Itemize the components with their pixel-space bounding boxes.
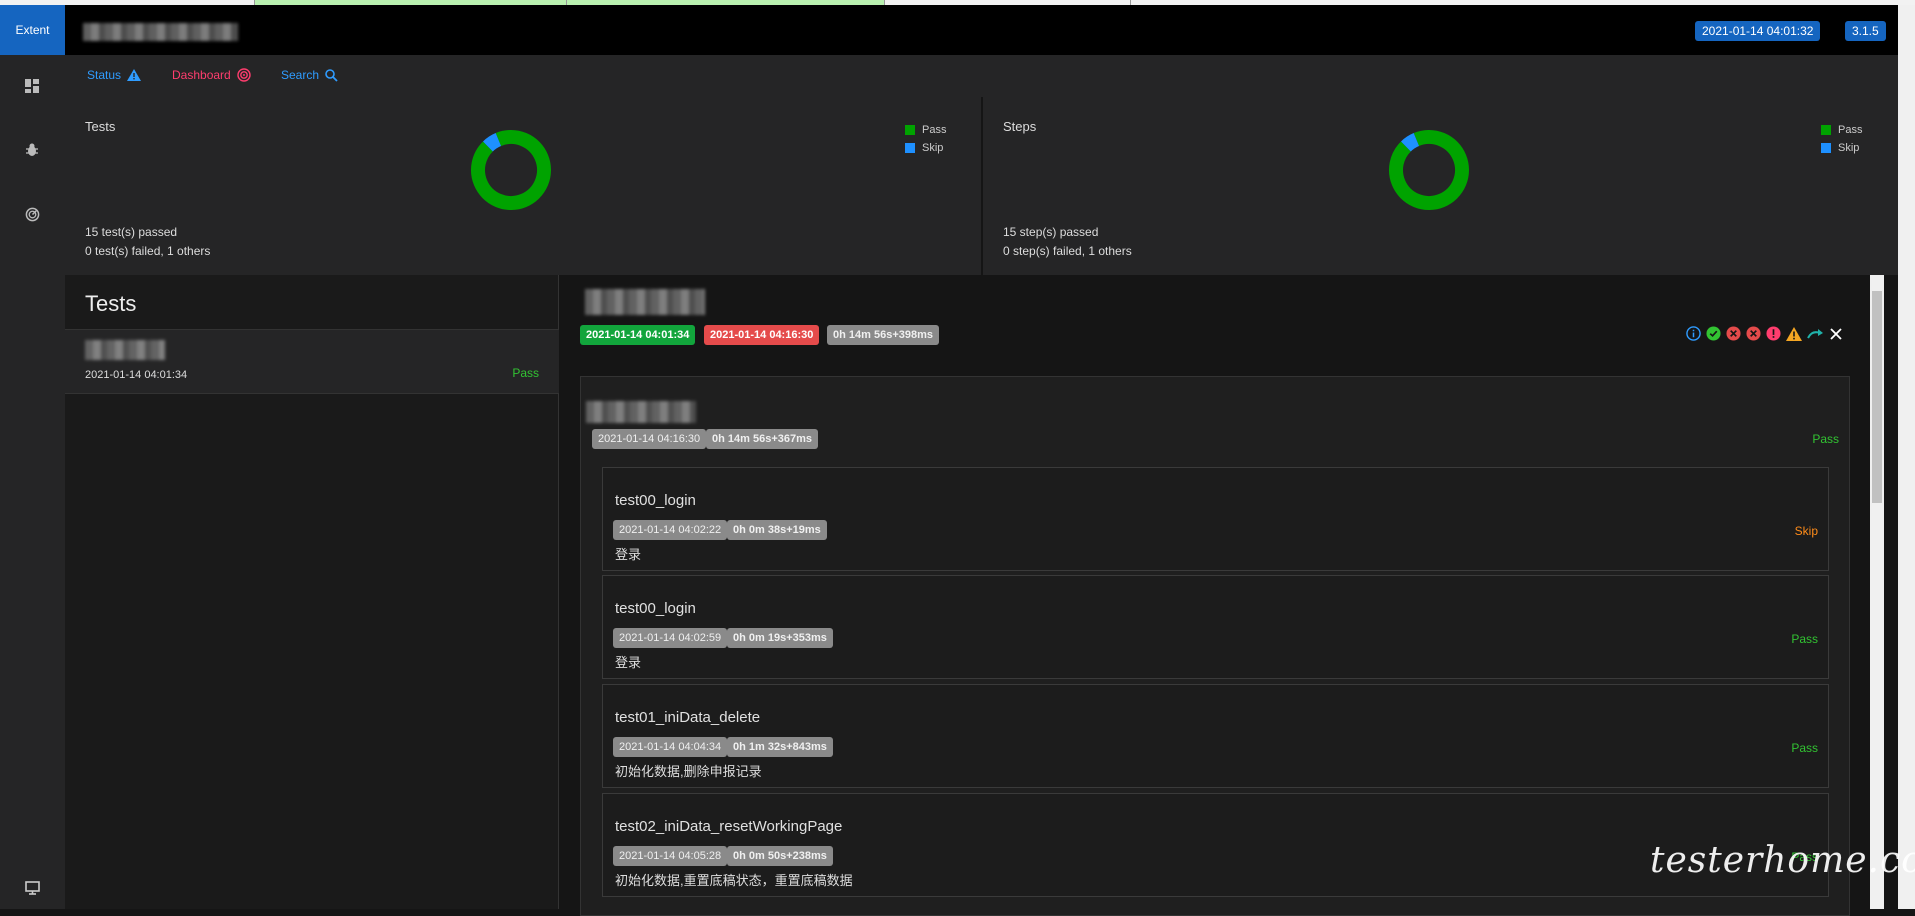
legend-swatch-pass bbox=[1821, 125, 1831, 135]
steps-panel-title: Steps bbox=[1003, 119, 1037, 134]
node-name: test01_iniData_delete bbox=[615, 709, 761, 726]
node-name: test00_login bbox=[615, 492, 696, 509]
test-list-item-status: Pass bbox=[512, 366, 539, 380]
node-description: 初始化数据,删除申报记录 bbox=[615, 764, 762, 779]
node-time-chip: 2021-01-14 04:02:22 bbox=[613, 520, 728, 540]
legend-label: Pass bbox=[922, 124, 947, 136]
legend-item[interactable]: Pass bbox=[905, 121, 946, 139]
node-time-chip: 2021-01-14 04:04:34 bbox=[613, 737, 728, 757]
detail-scrollbar-thumb[interactable] bbox=[1872, 291, 1882, 503]
speedometer-icon[interactable] bbox=[19, 201, 45, 227]
side-nav: Extent bbox=[0, 5, 65, 909]
tab-search-label: Search bbox=[281, 68, 320, 82]
version-badge: 3.1.5 bbox=[1845, 21, 1886, 41]
group-name-redacted bbox=[586, 401, 696, 423]
duration-chip: 0h 14m 56s+398ms bbox=[827, 325, 939, 345]
monitor-icon[interactable] bbox=[19, 875, 45, 901]
tab-status-label: Status bbox=[87, 68, 122, 82]
group-status: Pass bbox=[1812, 432, 1839, 446]
node-name: test02_iniData_resetWorkingPage bbox=[615, 818, 843, 835]
end-time-chip: 2021-01-14 04:16:30 bbox=[704, 325, 820, 345]
node-description: 登录 bbox=[615, 655, 642, 670]
detail-scrollbar[interactable] bbox=[1870, 275, 1884, 909]
tab-dashboard-label: Dashboard bbox=[172, 68, 231, 82]
test-name-redacted bbox=[85, 340, 165, 360]
tab-dashboard[interactable]: Dashboard bbox=[172, 68, 251, 82]
node-status: Pass bbox=[1791, 632, 1818, 646]
test-list-panel: Tests 2021-01-14 04:01:34 Pass bbox=[65, 275, 559, 909]
legend-item[interactable]: Pass bbox=[1821, 121, 1862, 139]
group-time-chip: 2021-01-14 04:16:30 bbox=[592, 429, 707, 449]
steps-summary-panel: Steps Pass Skip 15 step(s) passed 0 step… bbox=[983, 97, 1898, 275]
steps-donut-chart bbox=[1387, 128, 1471, 212]
brand-logo[interactable]: Extent bbox=[0, 5, 65, 55]
warning-icon[interactable] bbox=[1786, 326, 1802, 341]
start-time-chip: 2021-01-14 04:01:34 bbox=[580, 325, 696, 345]
test-detail-pane: 2021-01-14 04:01:34 2021-01-14 04:16:30 … bbox=[559, 275, 1898, 916]
steps-failed-summary: 0 step(s) failed, 1 others bbox=[1003, 244, 1132, 258]
node-description: 初始化数据,重置底稿状态，重置底稿数据 bbox=[615, 873, 853, 888]
tests-summary-panel: Tests Pass Skip 15 test(s) passed 0 test… bbox=[65, 97, 981, 275]
node-duration-chip: 0h 0m 38s+19ms bbox=[727, 520, 827, 540]
steps-legend: Pass Skip bbox=[1821, 121, 1862, 157]
steps-passed-summary: 15 step(s) passed bbox=[1003, 225, 1099, 239]
donut-slice-pass[interactable] bbox=[1387, 128, 1471, 212]
bug-icon[interactable] bbox=[19, 137, 45, 163]
donut-slice-pass[interactable] bbox=[469, 128, 553, 212]
tests-legend: Pass Skip bbox=[905, 121, 946, 157]
test-node[interactable]: test02_iniData_resetWorkingPage 2021-01-… bbox=[602, 793, 1829, 897]
test-list-item[interactable]: 2021-01-14 04:01:34 Pass bbox=[65, 329, 559, 394]
tests-passed-summary: 15 test(s) passed bbox=[85, 225, 178, 239]
legend-swatch-pass bbox=[905, 125, 915, 135]
tests-panel-title: Tests bbox=[85, 119, 116, 134]
info-icon[interactable] bbox=[1686, 326, 1701, 341]
dashboard-icon[interactable] bbox=[19, 73, 45, 99]
redo-icon[interactable] bbox=[1807, 328, 1824, 340]
view-tabs: Status Dashboard Search bbox=[65, 55, 1898, 97]
test-title-redacted bbox=[585, 289, 705, 315]
tab-status[interactable]: Status bbox=[87, 68, 142, 82]
node-time-chip: 2021-01-14 04:02:59 bbox=[613, 628, 728, 648]
node-time-chip: 2021-01-14 04:05:28 bbox=[613, 846, 728, 866]
window-scrollbar[interactable] bbox=[1898, 5, 1915, 909]
node-duration-chip: 0h 1m 32s+843ms bbox=[727, 737, 833, 757]
tests-failed-summary: 0 test(s) failed, 1 others bbox=[85, 244, 211, 258]
test-node[interactable]: test00_login 2021-01-14 04:02:59 0h 0m 1… bbox=[602, 575, 1829, 679]
node-name: test00_login bbox=[615, 600, 696, 617]
search-icon bbox=[325, 68, 338, 82]
target-icon bbox=[237, 68, 251, 82]
check-icon[interactable] bbox=[1706, 326, 1721, 341]
legend-label: Skip bbox=[1838, 142, 1860, 154]
warning-icon bbox=[127, 69, 142, 81]
start-time-badge: 2021-01-14 04:01:32 bbox=[1695, 21, 1821, 41]
test-node[interactable]: test00_login 2021-01-14 04:02:22 0h 0m 3… bbox=[602, 467, 1829, 571]
node-status: Skip bbox=[1794, 524, 1818, 538]
tests-donut-chart bbox=[469, 128, 553, 212]
report-name-redacted bbox=[83, 23, 238, 41]
node-status: Pass bbox=[1791, 741, 1818, 755]
status-filter-toolbar bbox=[1686, 326, 1843, 341]
tab-search[interactable]: Search bbox=[281, 68, 338, 82]
close-circle-icon[interactable] bbox=[1746, 326, 1761, 341]
test-list-heading: Tests bbox=[85, 291, 137, 316]
close-circle-icon[interactable] bbox=[1726, 326, 1741, 341]
group-duration-chip: 0h 14m 56s+367ms bbox=[706, 429, 818, 449]
test-node[interactable]: test01_iniData_delete 2021-01-14 04:04:3… bbox=[602, 684, 1829, 788]
legend-item[interactable]: Skip bbox=[905, 139, 946, 157]
legend-label: Skip bbox=[922, 142, 944, 154]
node-duration-chip: 0h 0m 50s+238ms bbox=[727, 846, 833, 866]
node-duration-chip: 0h 0m 19s+353ms bbox=[727, 628, 833, 648]
test-group-container: 2021-01-14 04:16:30 0h 14m 56s+367ms Pas… bbox=[580, 376, 1850, 916]
legend-item[interactable]: Skip bbox=[1821, 139, 1862, 157]
legend-swatch-skip bbox=[1821, 143, 1831, 153]
test-list-item-time: 2021-01-14 04:01:34 bbox=[85, 369, 188, 381]
close-icon[interactable] bbox=[1829, 327, 1843, 341]
report-header: 2021-01-14 04:01:32 3.1.5 bbox=[65, 5, 1898, 55]
legend-swatch-skip bbox=[905, 143, 915, 153]
error-icon[interactable] bbox=[1766, 326, 1781, 341]
node-description: 登录 bbox=[615, 547, 642, 562]
watermark: testerhome.com bbox=[1650, 840, 1915, 881]
legend-label: Pass bbox=[1838, 124, 1863, 136]
